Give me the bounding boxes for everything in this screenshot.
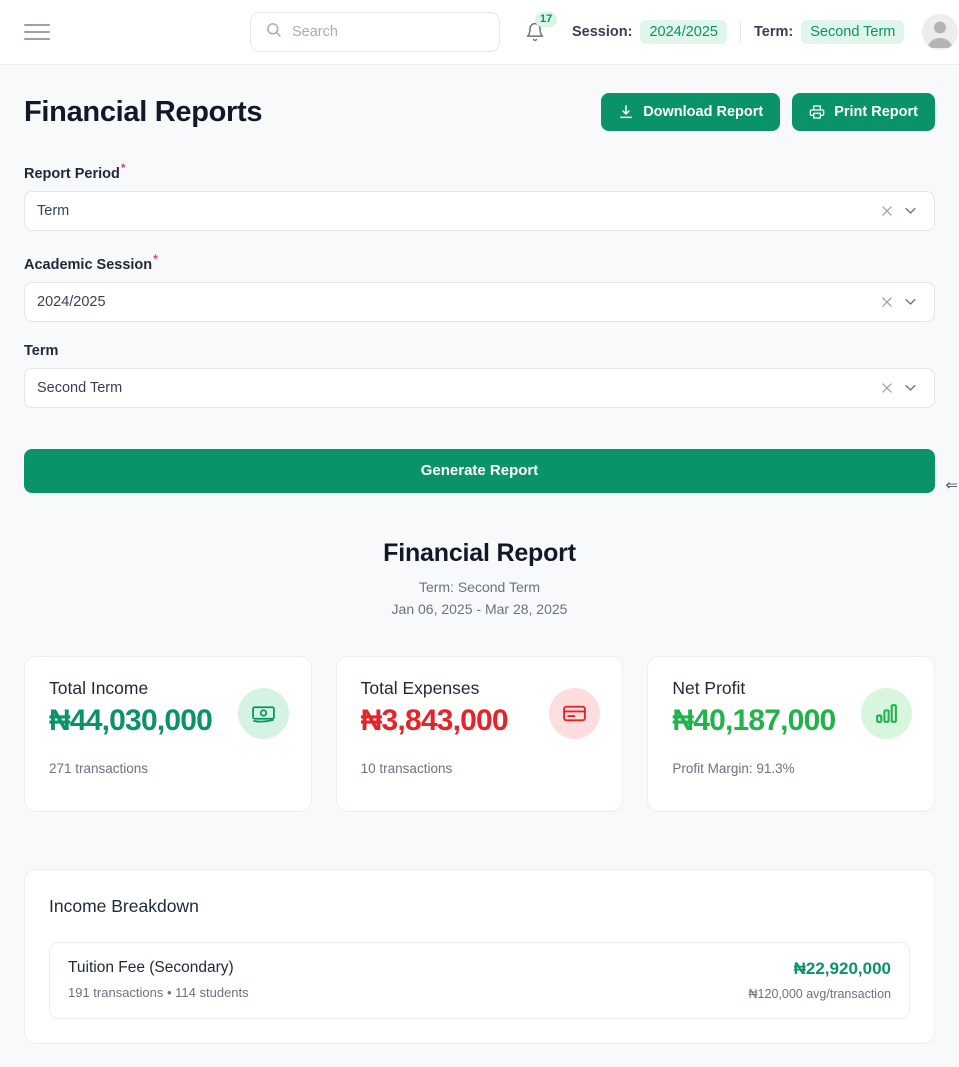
income-row-name: Tuition Fee (Secondary) [68,958,234,976]
topbar-divider [739,21,741,43]
hamburger-menu-icon[interactable] [24,21,52,43]
chevron-down-icon[interactable] [898,291,922,313]
term-indicator: Term: Second Term [753,20,905,44]
income-breakdown-title: Income Breakdown [49,895,199,916]
required-asterisk: * [120,161,126,175]
print-report-button[interactable]: Print Report [792,93,935,131]
session-label: Session: [572,24,633,40]
income-row-right: ₦22,920,000 ₦120,000 avg/transaction [749,959,891,1001]
printer-icon [809,105,825,119]
banknote-icon [237,687,289,739]
top-bar: 17 Session: 2024/2025 Term: Second Term [0,0,959,65]
chevron-down-icon[interactable] [898,200,922,222]
chevron-down-icon[interactable] [898,377,922,399]
card-texts: Net Profit ₦40,187,000 [672,678,855,738]
academic-session-select[interactable]: 2024/2025 [24,281,935,322]
search-input[interactable] [292,24,485,40]
total-expenses-footer: 10 transactions [360,760,453,776]
term-select[interactable]: Second Term [24,367,935,408]
total-income-value: ₦44,030,000 [49,703,213,737]
close-x-icon[interactable] [876,377,898,399]
page-title: Financial Reports [24,95,263,128]
download-report-button[interactable]: Download Report [601,93,781,131]
report-period-label-text: Report Period [24,165,120,182]
net-profit-card: Net Profit ₦40,187,000 Profit Margin: 91… [647,655,935,812]
report-period-select[interactable]: Term [24,190,935,231]
net-profit-value: ₦40,187,000 [672,703,836,737]
credit-card-icon [549,687,601,739]
term-field-label: Term [24,342,59,359]
search-box[interactable] [250,12,500,52]
net-profit-footer: Profit Margin: 91.3% [672,760,795,776]
avatar[interactable] [922,14,959,50]
term-label: Term: [753,24,794,40]
academic-session-label-text: Academic Session [24,256,153,273]
card-texts: Total Expenses ₦3,843,000 [361,678,544,738]
report-period-label: Report Period* [24,161,935,182]
required-asterisk: * [153,251,158,266]
total-income-label: Total Income [49,677,149,698]
user-avatar-icon [922,14,959,50]
card-row: Total Expenses ₦3,843,000 [361,678,601,739]
income-row-average: ₦120,000 avg/transaction [748,986,891,1001]
field-term: Term Second Term [24,343,935,408]
report-subtitle-term: Term: Second Term [418,578,541,595]
income-row-left: Tuition Fee (Secondary) 191 transactions… [68,959,249,1000]
card-texts: Total Income ₦44,030,000 [49,678,232,738]
card-row: Total Income ₦44,030,000 [49,678,289,739]
header-actions: Download Report Print Report [601,93,935,131]
generate-report-button[interactable]: Generate Report [24,448,935,493]
field-report-period: Report Period* Term [24,161,935,231]
income-breakdown-panel: Income Breakdown Tuition Fee (Secondary)… [24,868,935,1044]
term-select-value: Second Term [37,379,123,396]
hamburger-line [24,31,50,33]
download-report-label: Download Report [643,104,764,120]
report-filters-form: Report Period* Term Academic Session* 20… [24,161,935,493]
close-x-icon[interactable] [876,291,898,313]
card-row: Net Profit ₦40,187,000 [672,678,912,739]
total-income-footer: 271 transactions [49,760,149,776]
total-expenses-card: Total Expenses ₦3,843,000 10 transaction… [335,655,624,812]
income-breakdown-row[interactable]: Tuition Fee (Secondary) 191 transactions… [49,941,910,1019]
field-academic-session: Academic Session* 2024/2025 [24,252,935,322]
total-expenses-label: Total Expenses [360,677,480,698]
notification-badge: 17 [535,12,558,27]
hamburger-line [24,24,50,26]
download-icon [620,105,633,119]
session-indicator: Session: 2024/2025 [572,20,727,44]
page-header: Financial Reports Download Report Print … [24,65,935,139]
report-period-value: Term [37,202,70,219]
resize-handle-arrow-icon[interactable]: ⇐ [945,478,958,493]
session-value[interactable]: 2024/2025 [640,20,727,44]
net-profit-label: Net Profit [672,677,746,698]
report-header: Financial Report Term: Second Term Jan 0… [24,539,935,619]
income-row-meta: 191 transactions • 114 students [68,984,249,1000]
summary-cards: Total Income ₦44,030,000 271 transaction… [24,655,935,812]
report-subtitle-range: Jan 06, 2025 - Mar 28, 2025 [391,600,568,617]
term-value[interactable]: Second Term [801,20,905,44]
total-expenses-value: ₦3,843,000 [360,703,509,737]
academic-session-label: Academic Session* [24,252,935,273]
notifications-button[interactable]: 17 [522,12,558,47]
total-income-card: Total Income ₦44,030,000 271 transaction… [24,655,312,812]
income-row-amount: ₦22,920,000 [793,958,891,978]
hamburger-line [24,38,50,40]
academic-session-value: 2024/2025 [37,293,106,310]
close-x-icon[interactable] [876,200,898,222]
bar-chart-icon [860,687,912,739]
report-title: Financial Report [383,538,576,567]
page-content: Financial Reports Download Report Print … [0,65,959,1044]
print-report-label: Print Report [834,104,918,120]
search-icon [265,21,282,43]
